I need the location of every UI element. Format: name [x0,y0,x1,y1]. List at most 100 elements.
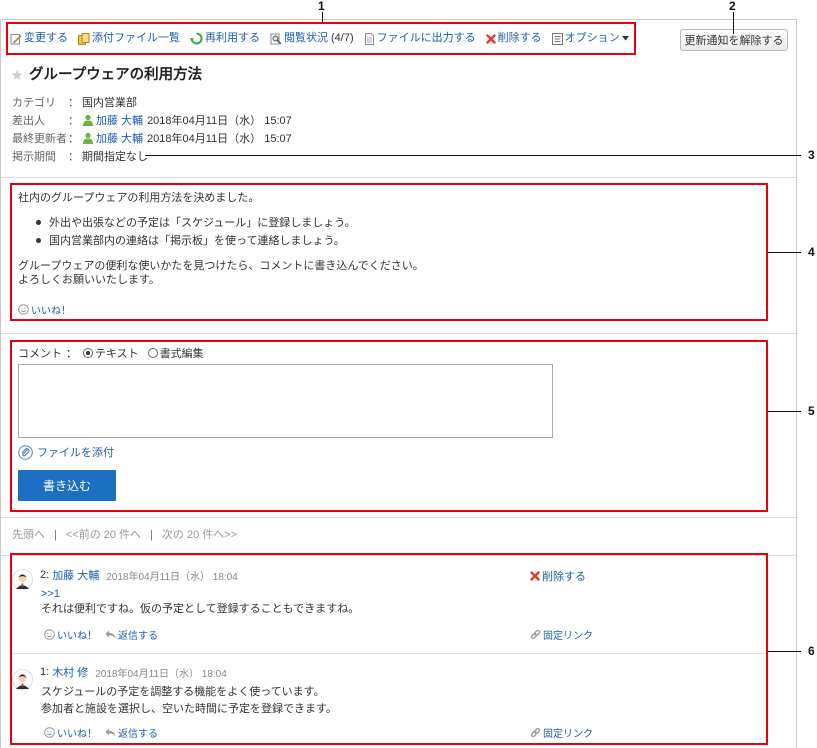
attach-file-label: ファイルを添付 [37,447,114,459]
pagination: 先頭へ | <<前の 20 件へ | 次の 20 件へ>> [12,528,237,542]
pagination-next[interactable]: 次の 20 件へ>> [162,528,237,542]
caret-down-icon [621,36,629,41]
read-status-button[interactable]: 閲覧状況 (4/7) [270,30,354,47]
body-closing: グループウェアの便利な使いかたを見つけたら、コメントに書き込んでください。 よろ… [18,259,424,287]
pagination-first[interactable]: 先頭へ [12,528,45,542]
list-item-text: 国内営業部内の連絡は「掲示板」を使って連絡しましょう。 [49,235,345,247]
comment-datetime: 2018年04月11日（水） 18:04 [95,668,227,680]
comment-reply-button[interactable]: 返信する [105,725,158,740]
comment-line: スケジュールの予定を調整する機能をよく使っています。 [41,686,325,698]
meta-label: 最終更新者 [12,133,67,145]
options-label: オプション [564,32,620,44]
callout-number: 5 [808,404,815,418]
comment-reply-reference[interactable]: >>1 [41,587,60,601]
delete-icon [530,571,540,581]
comment-body: それは便利ですね。仮の予定として登録することもできますね。 [41,601,359,618]
comment-permalink[interactable]: 固定リンク [530,627,593,642]
callout-number: 1 [318,0,325,13]
attachments-label: 添付ファイル一覧 [92,32,180,44]
body-line: グループウェアの便利な使いかたを見つけたら、コメントに書き込んでください。 [18,260,424,272]
body-line: よろしくお願いいたします。 [18,274,160,286]
comment-number: 1: [40,666,50,678]
callout-number: 4 [808,245,815,259]
reuse-label: 再利用する [205,32,260,44]
submit-comment-button[interactable]: 書き込む [18,470,116,501]
user-link[interactable]: 加藤 大輔 [82,130,143,146]
meta-row-period: 掲示期間 ： 期間指定なし [12,147,312,165]
meta-separator: ： [68,97,79,109]
body-bullet-list: 外出や出張などの予定は「スケジュール」に登録しましょう。 国内営業部内の連絡は「… [36,213,356,249]
link-icon [530,629,541,640]
comment-header: 1: 木村 修 2018年04月11日（水） 18:04 [40,664,227,680]
edit-button[interactable]: 変更する [10,30,68,47]
pagination-separator: | [150,529,153,541]
meta-datetime: 2018年04月11日（水） 15:07 [147,133,292,145]
pagination-prev[interactable]: <<前の 20 件へ [66,528,141,542]
mode-rich-radio[interactable]: 書式編集 [147,345,204,361]
comment-author[interactable]: 木村 修 [52,664,88,680]
comment-reply-button[interactable]: 返信する [105,627,158,642]
export-icon [364,32,374,45]
mode-text-radio[interactable]: テキスト [83,345,139,361]
smiley-icon [44,629,55,640]
meta-row-category: カテゴリ ： 国内営業部 [12,93,312,111]
link-icon [530,727,541,738]
mode-rich-label: 書式編集 [159,348,204,360]
export-button[interactable]: ファイルに出力する [364,30,476,47]
comment-datetime: 2018年04月11日（水） 18:04 [106,571,238,583]
unsubscribe-button[interactable]: 更新通知を解除する [680,29,788,51]
reply-icon [105,630,116,639]
attach-file-link[interactable]: ファイルを添付 [18,444,114,460]
user-icon [83,114,93,126]
list-item: 国内営業部内の連絡は「掲示板」を使って連絡しましょう。 [36,231,356,249]
comment-mode-row: コメント ： テキスト 書式編集 [18,346,213,360]
like-button[interactable]: いいね！ [18,302,71,317]
star-icon[interactable] [11,69,23,81]
like-label: いいね！ [31,306,71,317]
meta-label: 差出人 [12,115,45,127]
attachments-list-button[interactable]: 添付ファイル一覧 [78,30,180,47]
comment-divider [12,653,766,654]
bullet-icon [36,219,41,225]
reuse-button[interactable]: 再利用する [190,30,260,47]
divider [1,555,796,556]
meta-label: 掲示期間 [12,151,56,163]
delete-icon [485,33,496,44]
comment-author[interactable]: 加藤 大輔 [52,567,99,583]
meta-separator: ： [68,115,79,127]
mode-text-label: テキスト [95,348,139,360]
callout-line [145,155,801,156]
body-intro: 社内のグループウェアの利用方法を決めました。 [18,192,260,204]
comment-reply-label: 返信する [118,729,158,740]
callout-number: 6 [808,644,815,658]
user-icon [83,132,93,144]
comment-like-button[interactable]: いいね！ [44,725,97,740]
meta-label: カテゴリ [12,97,56,109]
comment-like-label: いいね！ [57,729,97,740]
pagination-separator: | [54,529,57,541]
comment-delete-button[interactable]: 削除する [530,568,586,584]
comment-delete-label: 削除する [542,571,586,583]
meta-separator: ： [68,151,79,163]
comment-body: スケジュールの予定を調整する機能をよく使っています。 参加者と施設を選択し、空い… [41,684,337,718]
meta-row-last-updater: 最終更新者 ： 加藤 大輔 2018年04月11日（水） 15:07 [12,129,312,147]
smiley-icon [44,727,55,738]
delete-button[interactable]: 削除する [485,30,542,47]
user-link[interactable]: 加藤 大輔 [82,112,143,128]
comment-permalink-label: 固定リンク [543,729,593,740]
smiley-icon [18,304,29,315]
divider [1,333,796,334]
read-status-icon [270,33,282,44]
topic-toolbar: 変更する 添付ファイル一覧 再利用する 閲覧状況 (4/7) ファイルに出力する… [10,30,632,47]
comment-like-button[interactable]: いいね！ [44,627,97,642]
comment-line: それは便利ですね。仮の予定として登録することもできますね。 [41,603,360,615]
comment-textarea[interactable] [18,364,553,438]
page-title: グループウェアの利用方法 [29,67,203,83]
comment-permalink[interactable]: 固定リンク [530,725,593,740]
avatar-icon[interactable] [12,669,33,690]
avatar-icon[interactable] [12,569,33,590]
options-menu[interactable]: オプション [551,30,631,47]
export-label: ファイルに出力する [376,32,476,44]
comment-permalink-label: 固定リンク [543,631,593,642]
callout-line [768,411,801,412]
